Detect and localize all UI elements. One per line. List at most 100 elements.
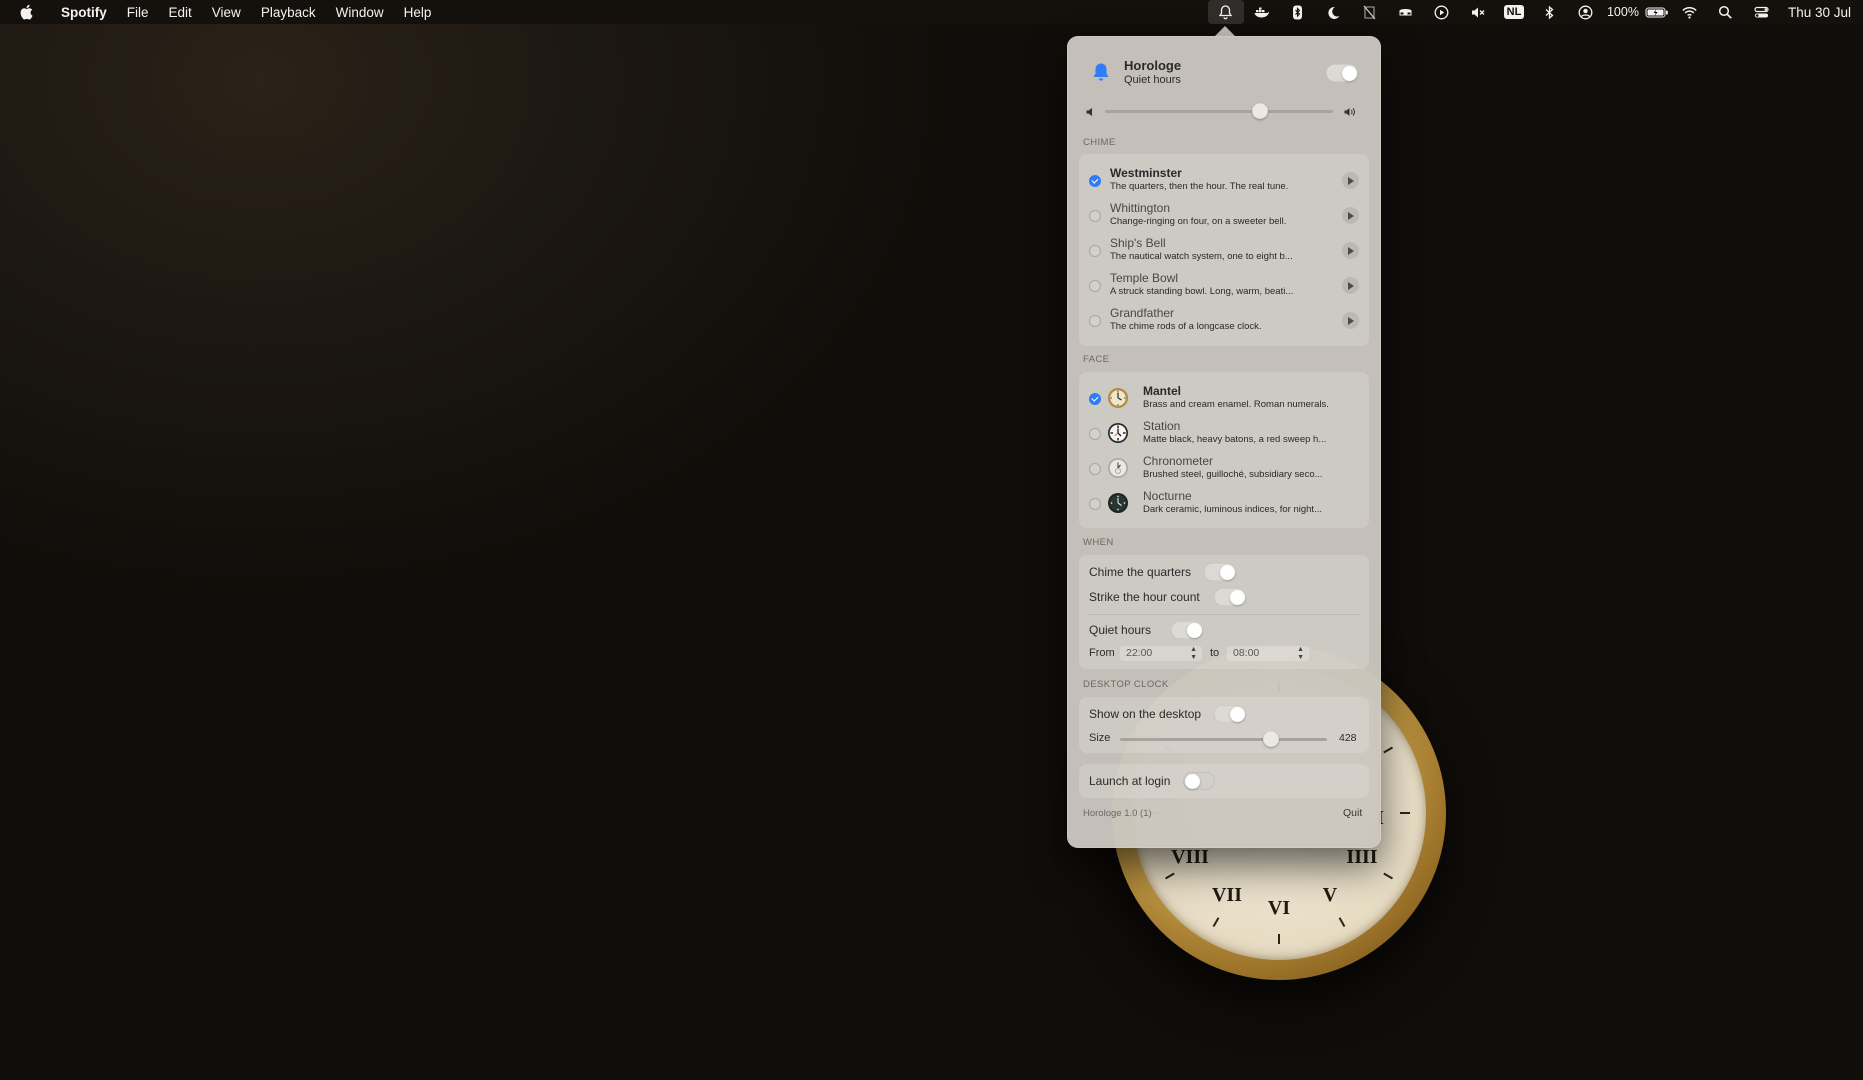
face-option-station[interactable]: Station Matte black, heavy batons, a red… — [1079, 415, 1369, 450]
chime-name: Temple Bowl — [1110, 271, 1179, 285]
play-circle-icon[interactable] — [1424, 0, 1460, 24]
menu-file[interactable]: File — [127, 5, 149, 20]
menu-playback[interactable]: Playback — [261, 5, 316, 20]
apple-icon[interactable] — [17, 2, 37, 22]
chime-radio[interactable] — [1089, 315, 1101, 327]
launch-at-login-label: Launch at login — [1089, 774, 1171, 788]
chime-name: Ship's Bell — [1110, 236, 1166, 250]
quiet-hours-label: Quiet hours — [1089, 623, 1152, 637]
bluetooth-tool-icon[interactable] — [1280, 0, 1316, 24]
to-time-field[interactable]: 08:00 ▲ ▼ — [1227, 646, 1309, 661]
bell-icon — [1093, 63, 1109, 81]
face-option-nocturne[interactable]: Nocturne Dark ceramic, luminous indices,… — [1079, 485, 1369, 520]
chime-radio[interactable] — [1089, 245, 1101, 257]
control-center-icon[interactable] — [1744, 0, 1780, 24]
play-preview-button[interactable] — [1342, 207, 1359, 224]
horologe-popover: Horologe Quiet hours CHIME Westminster T… — [1067, 36, 1381, 848]
quit-button[interactable]: Quit — [1343, 807, 1362, 819]
from-time-field[interactable]: 22:00 ▲ ▼ — [1120, 646, 1202, 661]
chime-radio[interactable] — [1089, 210, 1101, 222]
chime-description: The quarters, then the hour. The real tu… — [1110, 181, 1289, 192]
menu-window[interactable]: Window — [336, 5, 384, 20]
play-preview-button[interactable] — [1342, 242, 1359, 259]
menu-help[interactable]: Help — [404, 5, 432, 20]
menu-edit[interactable]: Edit — [169, 5, 192, 20]
face-description: Matte black, heavy batons, a red sweep h… — [1143, 434, 1327, 445]
bell-icon[interactable] — [1207, 0, 1244, 24]
face-radio[interactable] — [1089, 463, 1101, 475]
menu-app-name[interactable]: Spotify — [61, 5, 107, 20]
battery-percentage[interactable]: 100% — [1604, 5, 1642, 19]
face-option-chronometer[interactable]: Chronometer Brushed steel, guilloché, su… — [1079, 450, 1369, 485]
menu-view[interactable]: View — [212, 5, 241, 20]
chime-radio[interactable] — [1089, 175, 1101, 187]
chime-section-label: CHIME — [1083, 137, 1116, 148]
user-icon[interactable] — [1568, 0, 1604, 24]
play-preview-button[interactable] — [1342, 172, 1359, 189]
to-stepper-icon[interactable]: ▲ ▼ — [1297, 646, 1304, 661]
keyboard-layout-icon[interactable]: NL — [1496, 0, 1532, 24]
launch-at-login-toggle[interactable] — [1183, 772, 1215, 790]
face-radio[interactable] — [1089, 428, 1101, 440]
strike-hour-label: Strike the hour count — [1089, 590, 1200, 604]
face-name: Station — [1143, 419, 1181, 433]
menu-datetime[interactable]: Thu 30 Jul — [1788, 5, 1851, 20]
station-face-icon — [1108, 423, 1128, 443]
volume-track[interactable] — [1105, 110, 1333, 113]
chime-name: Westminster — [1110, 166, 1182, 180]
strike-hour-toggle[interactable] — [1214, 588, 1246, 606]
desktop-clock-card: Show on the desktop Size 428 — [1079, 697, 1369, 753]
moon-icon[interactable] — [1316, 0, 1352, 24]
chime-quarters-label: Chime the quarters — [1089, 565, 1192, 579]
mute-icon[interactable] — [1460, 0, 1496, 24]
face-radio[interactable] — [1089, 498, 1101, 510]
chime-option-ships-bell[interactable]: Ship's Bell The nautical watch system, o… — [1079, 232, 1369, 267]
master-toggle[interactable] — [1326, 64, 1358, 82]
chime-card: Westminster The quarters, then the hour.… — [1079, 154, 1369, 346]
crossed-app-icon[interactable] — [1352, 0, 1388, 24]
search-icon[interactable] — [1708, 0, 1744, 24]
size-slider-thumb[interactable] — [1263, 731, 1280, 747]
mantel-face-icon — [1108, 388, 1128, 408]
battery-icon[interactable] — [1642, 0, 1672, 24]
from-time-value: 22:00 — [1126, 647, 1153, 659]
quiet-hours-toggle[interactable] — [1171, 621, 1203, 639]
play-preview-button[interactable] — [1342, 277, 1359, 294]
bluetooth-icon[interactable] — [1532, 0, 1568, 24]
chime-option-temple-bowl[interactable]: Temple Bowl A struck standing bowl. Long… — [1079, 267, 1369, 302]
face-section-label: FACE — [1083, 354, 1110, 365]
show-on-desktop-toggle[interactable] — [1214, 705, 1246, 723]
volume-slider-thumb[interactable] — [1252, 103, 1269, 119]
dock-icon[interactable] — [1388, 0, 1424, 24]
face-card: Mantel Brass and cream enamel. Roman num… — [1079, 372, 1369, 528]
face-description: Brushed steel, guilloché, subsidiary sec… — [1143, 469, 1323, 480]
numeral-viii: VIII — [1171, 846, 1209, 868]
chime-description: The nautical watch system, one to eight … — [1110, 251, 1293, 262]
chime-option-whittington[interactable]: Whittington Change-ringing on four, on a… — [1079, 197, 1369, 232]
volume-low-icon — [1086, 108, 1092, 116]
version-label: Horologe 1.0 (1) — [1083, 808, 1152, 819]
play-preview-button[interactable] — [1342, 312, 1359, 329]
chime-option-westminster[interactable]: Westminster The quarters, then the hour.… — [1079, 162, 1369, 197]
wifi-icon[interactable] — [1672, 0, 1708, 24]
numeral-iiii: IIII — [1346, 846, 1377, 868]
face-description: Brass and cream enamel. Roman numerals. — [1143, 399, 1329, 410]
launch-card: Launch at login — [1079, 764, 1369, 798]
nocturne-face-icon — [1108, 493, 1128, 513]
desktop-clock-section-label: DESKTOP CLOCK — [1083, 679, 1169, 690]
from-label: From — [1089, 647, 1115, 659]
docker-icon[interactable] — [1244, 0, 1280, 24]
chime-option-grandfather[interactable]: Grandfather The chime rods of a longcase… — [1079, 302, 1369, 337]
chime-description: The chime rods of a longcase clock. — [1110, 321, 1262, 332]
chime-radio[interactable] — [1089, 280, 1101, 292]
chime-quarters-toggle[interactable] — [1204, 563, 1236, 581]
when-divider — [1089, 614, 1359, 615]
from-stepper-icon[interactable]: ▲ ▼ — [1190, 646, 1197, 661]
popover-arrow — [1215, 26, 1235, 36]
size-value: 428 — [1339, 732, 1357, 744]
face-radio[interactable] — [1089, 393, 1101, 405]
menu-bar: Spotify File Edit View Playback Window H… — [0, 0, 1863, 24]
face-option-mantel[interactable]: Mantel Brass and cream enamel. Roman num… — [1079, 380, 1369, 415]
numeral-v: V — [1323, 884, 1338, 906]
size-track[interactable] — [1120, 738, 1327, 741]
